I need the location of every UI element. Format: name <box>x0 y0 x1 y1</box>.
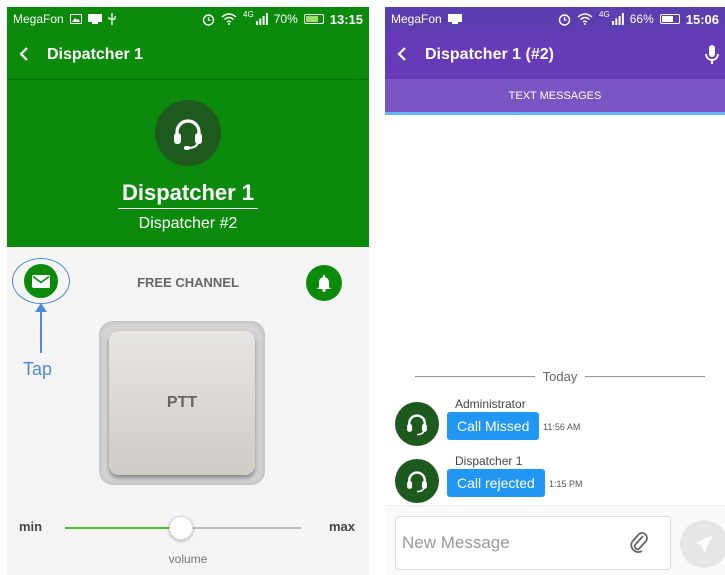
paperclip-icon <box>630 532 648 553</box>
separator-line <box>415 376 535 377</box>
annotation-arrow-line <box>40 307 42 353</box>
contact-name: Dispatcher 1 <box>117 180 259 209</box>
volume-slider-thumb[interactable] <box>168 516 193 540</box>
toolbar-title: Dispatcher 1 (#2) <box>425 46 554 63</box>
tap-annotation: Tap <box>23 359 53 379</box>
ptt-screen: MegaFon 4G 70% 13:15 Dispatcher 1 Dispat… <box>7 7 369 575</box>
signal-icon <box>611 13 624 25</box>
toolbar-title: Dispatcher 1 <box>47 46 144 63</box>
sender-avatar <box>395 402 439 446</box>
network-type: 4G <box>599 10 610 19</box>
image-icon <box>69 14 82 24</box>
status-bar: MegaFon 4G 70% 13:15 <box>7 7 369 31</box>
tab-text-messages[interactable]: TEXT MESSAGES <box>385 79 725 115</box>
back-button[interactable] <box>19 44 47 67</box>
headset-icon <box>407 414 427 436</box>
usb-icon <box>108 13 116 25</box>
ptt-label: PTT <box>166 394 198 411</box>
volume-caption: volume <box>168 552 208 566</box>
signal-icon <box>255 13 268 25</box>
screenshot-stage: MegaFon 4G 70% 13:15 Dispatcher 1 Dispat… <box>0 0 725 575</box>
bell-icon <box>317 275 331 292</box>
carrier-name: MegaFon <box>391 12 442 26</box>
clock: 15:06 <box>685 11 719 27</box>
message-time: 11:56 AM <box>543 422 581 432</box>
contact-subtitle: Dispatcher #2 <box>138 215 238 232</box>
carrier-name: MegaFon <box>13 12 64 26</box>
clock: 13:15 <box>329 11 363 27</box>
contact-header: Dispatcher 1 Dispatcher #2 <box>7 79 369 247</box>
microphone-icon <box>705 45 719 64</box>
ptt-controls: Tap FREE CHANNEL PTT min max volume <box>7 247 369 567</box>
headset-icon <box>174 119 202 150</box>
volume-max-label: max <box>328 519 355 534</box>
battery-percent: 66% <box>629 12 654 26</box>
date-separator: Today <box>415 369 706 384</box>
message-sender: Dispatcher 1 <box>455 454 523 468</box>
chevron-left-icon <box>397 46 406 61</box>
cast-icon <box>447 13 462 24</box>
battery-icon <box>303 14 324 24</box>
send-button[interactable] <box>680 520 725 568</box>
battery-percent: 70% <box>273 12 298 26</box>
voice-button[interactable] <box>705 45 719 70</box>
ptt-button[interactable]: PTT <box>109 331 255 475</box>
send-icon <box>695 535 713 553</box>
message-bubble[interactable]: Call rejected <box>447 469 545 497</box>
messages-screen: MegaFon 4G 66% 15:06 Dispatcher 1 (#2) T… <box>385 7 725 575</box>
ptt-frame: PTT <box>99 321 265 485</box>
toolbar: Dispatcher 1 <box>7 31 369 79</box>
separator-line <box>585 376 706 377</box>
cast-icon <box>87 13 102 24</box>
alarm-icon <box>202 13 215 26</box>
alert-button[interactable] <box>306 265 342 301</box>
headset-icon <box>407 471 427 493</box>
alarm-icon <box>558 13 571 26</box>
wifi-icon <box>221 13 237 25</box>
message-item: Administrator Call Missed 11:56 AM <box>395 397 715 452</box>
chevron-left-icon <box>19 46 28 61</box>
tab-label: TEXT MESSAGES <box>508 89 602 102</box>
status-bar: MegaFon 4G 66% 15:06 <box>385 7 725 31</box>
message-item: Dispatcher 1 Call rejected 1:15 PM <box>395 454 715 509</box>
battery-icon <box>659 14 680 24</box>
wifi-icon <box>577 13 593 25</box>
message-composer <box>385 505 725 575</box>
contact-avatar <box>155 100 221 166</box>
message-list: Today Administrator Call Missed 11:56 AM <box>385 115 725 505</box>
date-label: Today <box>542 369 578 384</box>
message-time: 1:15 PM <box>549 479 583 489</box>
toolbar: Dispatcher 1 (#2) <box>385 31 725 79</box>
network-type: 4G <box>243 10 254 19</box>
sender-avatar <box>395 459 439 503</box>
message-bubble[interactable]: Call Missed <box>447 412 540 440</box>
back-button[interactable] <box>397 44 425 67</box>
volume-slider[interactable] <box>65 516 301 540</box>
message-sender: Administrator <box>455 397 526 411</box>
volume-slider-fill <box>65 527 181 529</box>
attach-button[interactable] <box>629 530 649 559</box>
volume-min-label: min <box>19 519 43 534</box>
